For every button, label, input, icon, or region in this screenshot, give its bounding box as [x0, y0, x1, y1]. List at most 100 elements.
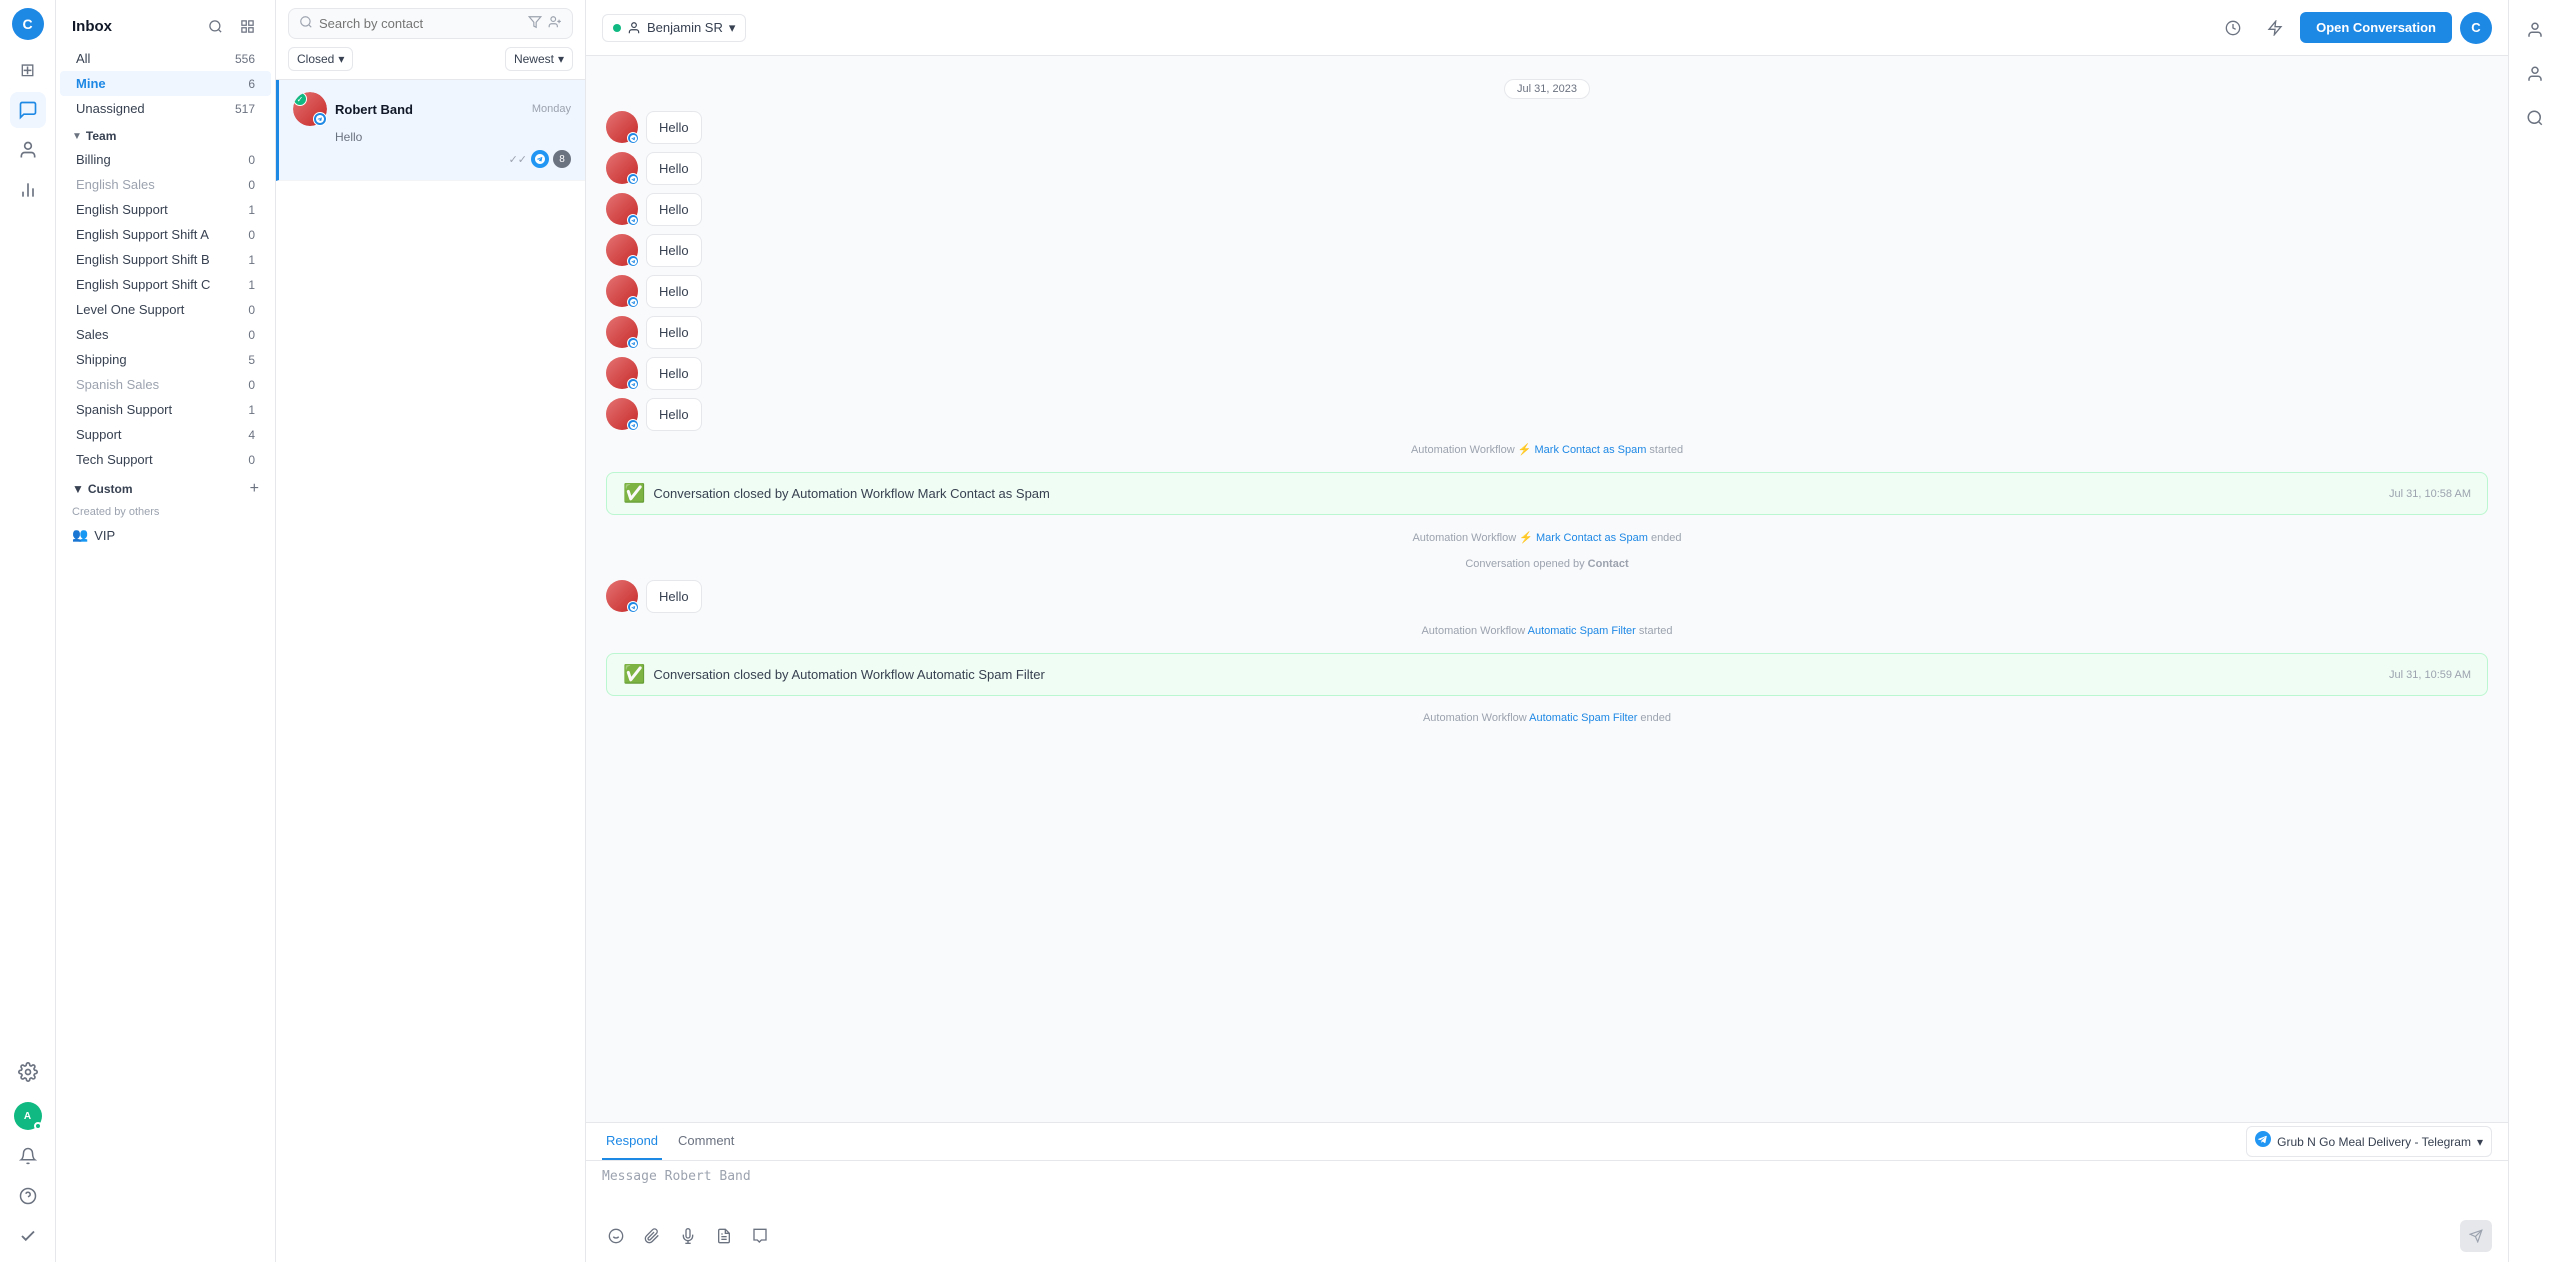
message-bubble: Hello [646, 316, 702, 349]
message-bubble: Hello [646, 193, 702, 226]
compose-icon[interactable] [235, 14, 259, 38]
right-panel [2508, 0, 2560, 1262]
message-avatar [606, 580, 638, 612]
closed-filter-button[interactable]: Closed ▾ [288, 47, 353, 71]
sidebar-item-unassigned[interactable]: Unassigned 517 [60, 96, 271, 121]
chat-input-toolbar [602, 1212, 2492, 1252]
message-row: Hello [606, 580, 2488, 613]
sidebar-item-english-support-shift-a[interactable]: English Support Shift A 0 [60, 222, 271, 247]
attachment-button[interactable] [638, 1222, 666, 1250]
sidebar: Inbox All 556 Mine 6 Unassigned 517 ▼ Te… [56, 0, 276, 1262]
message-bubble: Hello [646, 580, 702, 613]
reports-icon[interactable] [10, 172, 46, 208]
automation-closed-text: Conversation closed by Automation Workfl… [653, 486, 1049, 501]
check-icon: ✓✓ [509, 153, 527, 166]
message-row: Hello [606, 398, 2488, 431]
date-divider: Jul 31, 2023 [606, 80, 2488, 95]
clock-icon-button[interactable] [2216, 11, 2250, 45]
sidebar-item-level-one-support[interactable]: Level One Support 0 [60, 297, 271, 322]
sidebar-item-english-support[interactable]: English Support 1 [60, 197, 271, 222]
message-bubble: Hello [646, 152, 702, 185]
channel-dot [627, 378, 639, 390]
channel-dot [627, 255, 639, 267]
automation-closed-left: ✅ Conversation closed by Automation Work… [623, 483, 1050, 504]
help-icon[interactable] [10, 1178, 46, 1214]
conversation-participant-icon[interactable] [2517, 12, 2553, 48]
channel-dot [627, 132, 639, 144]
canned-response-button[interactable] [746, 1222, 774, 1250]
conversation-item[interactable]: ✓ Robert Band Monday Hello ✓✓ [276, 80, 585, 181]
sidebar-item-shipping[interactable]: Shipping 5 [60, 347, 271, 372]
message-row: Hello [606, 111, 2488, 144]
automation-closed-left-2: ✅ Conversation closed by Automation Work… [623, 664, 1045, 685]
rich-text-button[interactable] [710, 1222, 738, 1250]
sidebar-item-mine[interactable]: Mine 6 [60, 71, 271, 96]
chat-footer: Respond Comment Grub N Go Meal Delivery … [586, 1122, 2508, 1262]
message-row: Hello [606, 234, 2488, 267]
message-input[interactable] [602, 1169, 2492, 1209]
add-custom-button[interactable]: + [250, 480, 259, 498]
contact-details-icon[interactable] [2517, 56, 2553, 92]
message-avatar [606, 152, 638, 184]
message-avatar [606, 398, 638, 430]
conv-list-header: Closed ▾ Newest ▾ [276, 0, 585, 80]
search-icon [299, 15, 313, 32]
checkmark-icon[interactable] [10, 1218, 46, 1254]
chevron-icon: ▼ [72, 482, 84, 496]
sidebar-item-vip[interactable]: 👥 VIP [56, 522, 275, 548]
automation-closed-text-2: Conversation closed by Automation Workfl… [653, 667, 1044, 682]
sidebar-item-all[interactable]: All 556 [60, 46, 271, 71]
bolt-icon-button[interactable] [2258, 11, 2292, 45]
send-button[interactable] [2460, 1220, 2492, 1252]
conv-filters: Closed ▾ Newest ▾ [288, 47, 573, 71]
sidebar-item-english-sales[interactable]: English Sales 0 [60, 172, 271, 197]
sidebar-item-billing[interactable]: Billing 0 [60, 147, 271, 172]
user-avatar[interactable]: C [12, 8, 44, 40]
channel-badge [313, 112, 327, 126]
search-conversation-icon[interactable] [2517, 100, 2553, 136]
chat-area: Benjamin SR ▾ Open Conversation C Jul 31… [586, 0, 2508, 1262]
search-input[interactable] [319, 16, 522, 31]
settings-icon[interactable] [10, 1054, 46, 1090]
chevron-down-icon: ▾ [729, 20, 736, 36]
sidebar-item-spanish-sales[interactable]: Spanish Sales 0 [60, 372, 271, 397]
conv-item-footer: ✓✓ 8 [293, 150, 571, 168]
home-icon[interactable]: ⊞ [10, 52, 46, 88]
channel-label: Grub N Go Meal Delivery - Telegram [2277, 1135, 2471, 1149]
sidebar-item-tech-support[interactable]: Tech Support 0 [60, 447, 271, 472]
newest-filter-button[interactable]: Newest ▾ [505, 47, 573, 71]
custom-label[interactable]: ▼ Custom [72, 482, 133, 496]
agent-selector[interactable]: Benjamin SR ▾ [602, 14, 746, 42]
agent-avatar[interactable]: A [14, 1102, 42, 1130]
conv-count-badge: 8 [553, 150, 571, 168]
search-icon[interactable] [203, 14, 227, 38]
sidebar-item-support[interactable]: Support 4 [60, 422, 271, 447]
contacts-icon[interactable] [10, 132, 46, 168]
audio-button[interactable] [674, 1222, 702, 1250]
team-section-header[interactable]: ▼ Team [56, 121, 275, 147]
add-contact-icon[interactable] [548, 15, 562, 32]
automation-closed-time: Jul 31, 10:58 AM [2389, 488, 2471, 500]
sidebar-item-english-support-shift-b[interactable]: English Support Shift B 1 [60, 247, 271, 272]
sidebar-item-spanish-support[interactable]: Spanish Support 1 [60, 397, 271, 422]
conversation-list: Closed ▾ Newest ▾ ✓ [276, 0, 586, 1262]
conversations-icon[interactable] [10, 92, 46, 128]
sidebar-item-english-support-shift-c[interactable]: English Support Shift C 1 [60, 272, 271, 297]
message-avatar [606, 111, 638, 143]
filter-icon[interactable] [528, 15, 542, 32]
message-row: Hello [606, 357, 2488, 390]
chat-header-left: Benjamin SR ▾ [602, 14, 746, 42]
notifications-icon[interactable] [10, 1138, 46, 1174]
left-navigation: C ⊞ A [0, 0, 56, 1262]
message-bubble: Hello [646, 357, 702, 390]
emoji-button[interactable] [602, 1222, 630, 1250]
respond-tab[interactable]: Respond [602, 1123, 662, 1160]
sidebar-item-sales[interactable]: Sales 0 [60, 322, 271, 347]
message-avatar [606, 275, 638, 307]
message-bubble: Hello [646, 275, 702, 308]
conv-opened-note: Conversation opened by Contact [606, 558, 2488, 570]
conv-preview: Hello [335, 130, 571, 144]
channel-selector[interactable]: Grub N Go Meal Delivery - Telegram ▾ [2246, 1126, 2492, 1157]
comment-tab[interactable]: Comment [674, 1123, 738, 1160]
open-conversation-button[interactable]: Open Conversation [2300, 12, 2452, 43]
